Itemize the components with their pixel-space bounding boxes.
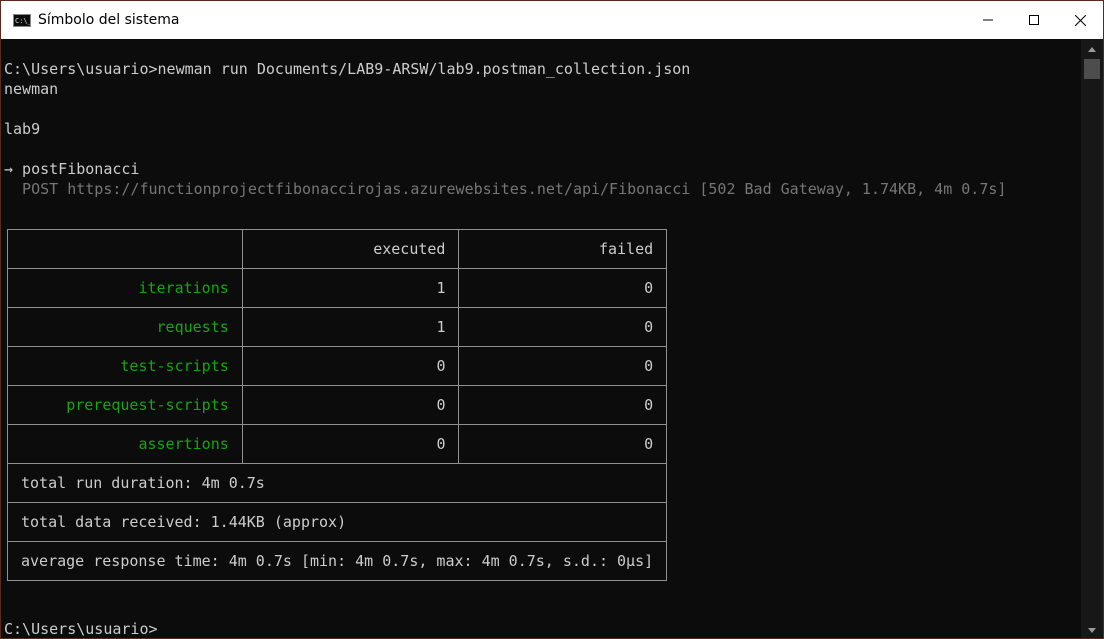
scroll-down-button[interactable] xyxy=(1081,620,1103,638)
run-summary-table: executed failed iterations 1 0 requests … xyxy=(6,229,668,581)
console-output[interactable]: C:\Users\usuario>newman run Documents/LA… xyxy=(1,39,1081,638)
total-run-duration: total run duration: 4m 0.7s xyxy=(6,463,668,503)
failed-value: 0 xyxy=(458,307,668,347)
request-name-line: → postFibonacci xyxy=(4,160,140,178)
table-row: assertions 0 0 xyxy=(7,424,668,464)
scroll-down-icon xyxy=(1088,627,1096,633)
table-row: requests 1 0 xyxy=(7,307,668,347)
header-cell-blank xyxy=(7,229,243,269)
vertical-scrollbar[interactable] xyxy=(1081,39,1103,638)
cmd-icon: C:\_ xyxy=(13,13,31,27)
header-cell-failed: failed xyxy=(458,229,668,269)
executed-value: 0 xyxy=(241,385,460,425)
close-icon xyxy=(1074,14,1086,26)
failed-value: 0 xyxy=(458,385,668,425)
collection-name-line: lab9 xyxy=(4,120,41,138)
table-row: iterations 1 0 xyxy=(7,268,668,308)
scroll-up-button[interactable] xyxy=(1081,39,1103,59)
metric-label: requests xyxy=(7,307,243,347)
executed-value: 0 xyxy=(241,424,460,464)
minimize-button[interactable] xyxy=(965,1,1011,39)
failed-value: 0 xyxy=(458,268,668,308)
metric-label: test-scripts xyxy=(7,346,243,386)
minimize-icon xyxy=(983,19,993,21)
window-title: Símbolo del sistema xyxy=(38,12,180,28)
title-bar[interactable]: C:\_ Símbolo del sistema xyxy=(1,1,1103,39)
command-prompt-window: C:\_ Símbolo del sistema C:\Users\usuari… xyxy=(0,0,1104,639)
maximize-icon xyxy=(1029,15,1039,25)
close-button[interactable] xyxy=(1057,1,1103,39)
command-line: C:\Users\usuario>newman run Documents/LA… xyxy=(4,60,691,78)
scroll-up-icon xyxy=(1088,46,1096,52)
total-data-received: total data received: 1.44KB (approx) xyxy=(6,502,668,542)
maximize-button[interactable] xyxy=(1011,1,1057,39)
summary-response-row: average response time: 4m 0.7s [min: 4m … xyxy=(6,541,668,581)
metric-label: assertions xyxy=(7,424,243,464)
summary-duration-row: total run duration: 4m 0.7s xyxy=(6,463,668,503)
executed-value: 1 xyxy=(241,307,460,347)
metric-label: prerequest-scripts xyxy=(7,385,243,425)
request-detail-line: POST https://functionprojectfibonacciroj… xyxy=(4,180,1007,198)
executed-value: 0 xyxy=(241,346,460,386)
tool-name-line: newman xyxy=(4,80,59,98)
summary-data-row: total data received: 1.44KB (approx) xyxy=(6,502,668,542)
table-row: prerequest-scripts 0 0 xyxy=(7,385,668,425)
summary-header-row: executed failed xyxy=(7,229,668,269)
average-response-time: average response time: 4m 0.7s [min: 4m … xyxy=(6,541,668,581)
prompt-line[interactable]: C:\Users\usuario> xyxy=(4,619,158,638)
metric-label: iterations xyxy=(7,268,243,308)
scrollbar-thumb[interactable] xyxy=(1084,59,1100,79)
failed-value: 0 xyxy=(458,424,668,464)
failed-value: 0 xyxy=(458,346,668,386)
header-cell-executed: executed xyxy=(241,229,460,269)
executed-value: 1 xyxy=(241,268,460,308)
table-row: test-scripts 0 0 xyxy=(7,346,668,386)
